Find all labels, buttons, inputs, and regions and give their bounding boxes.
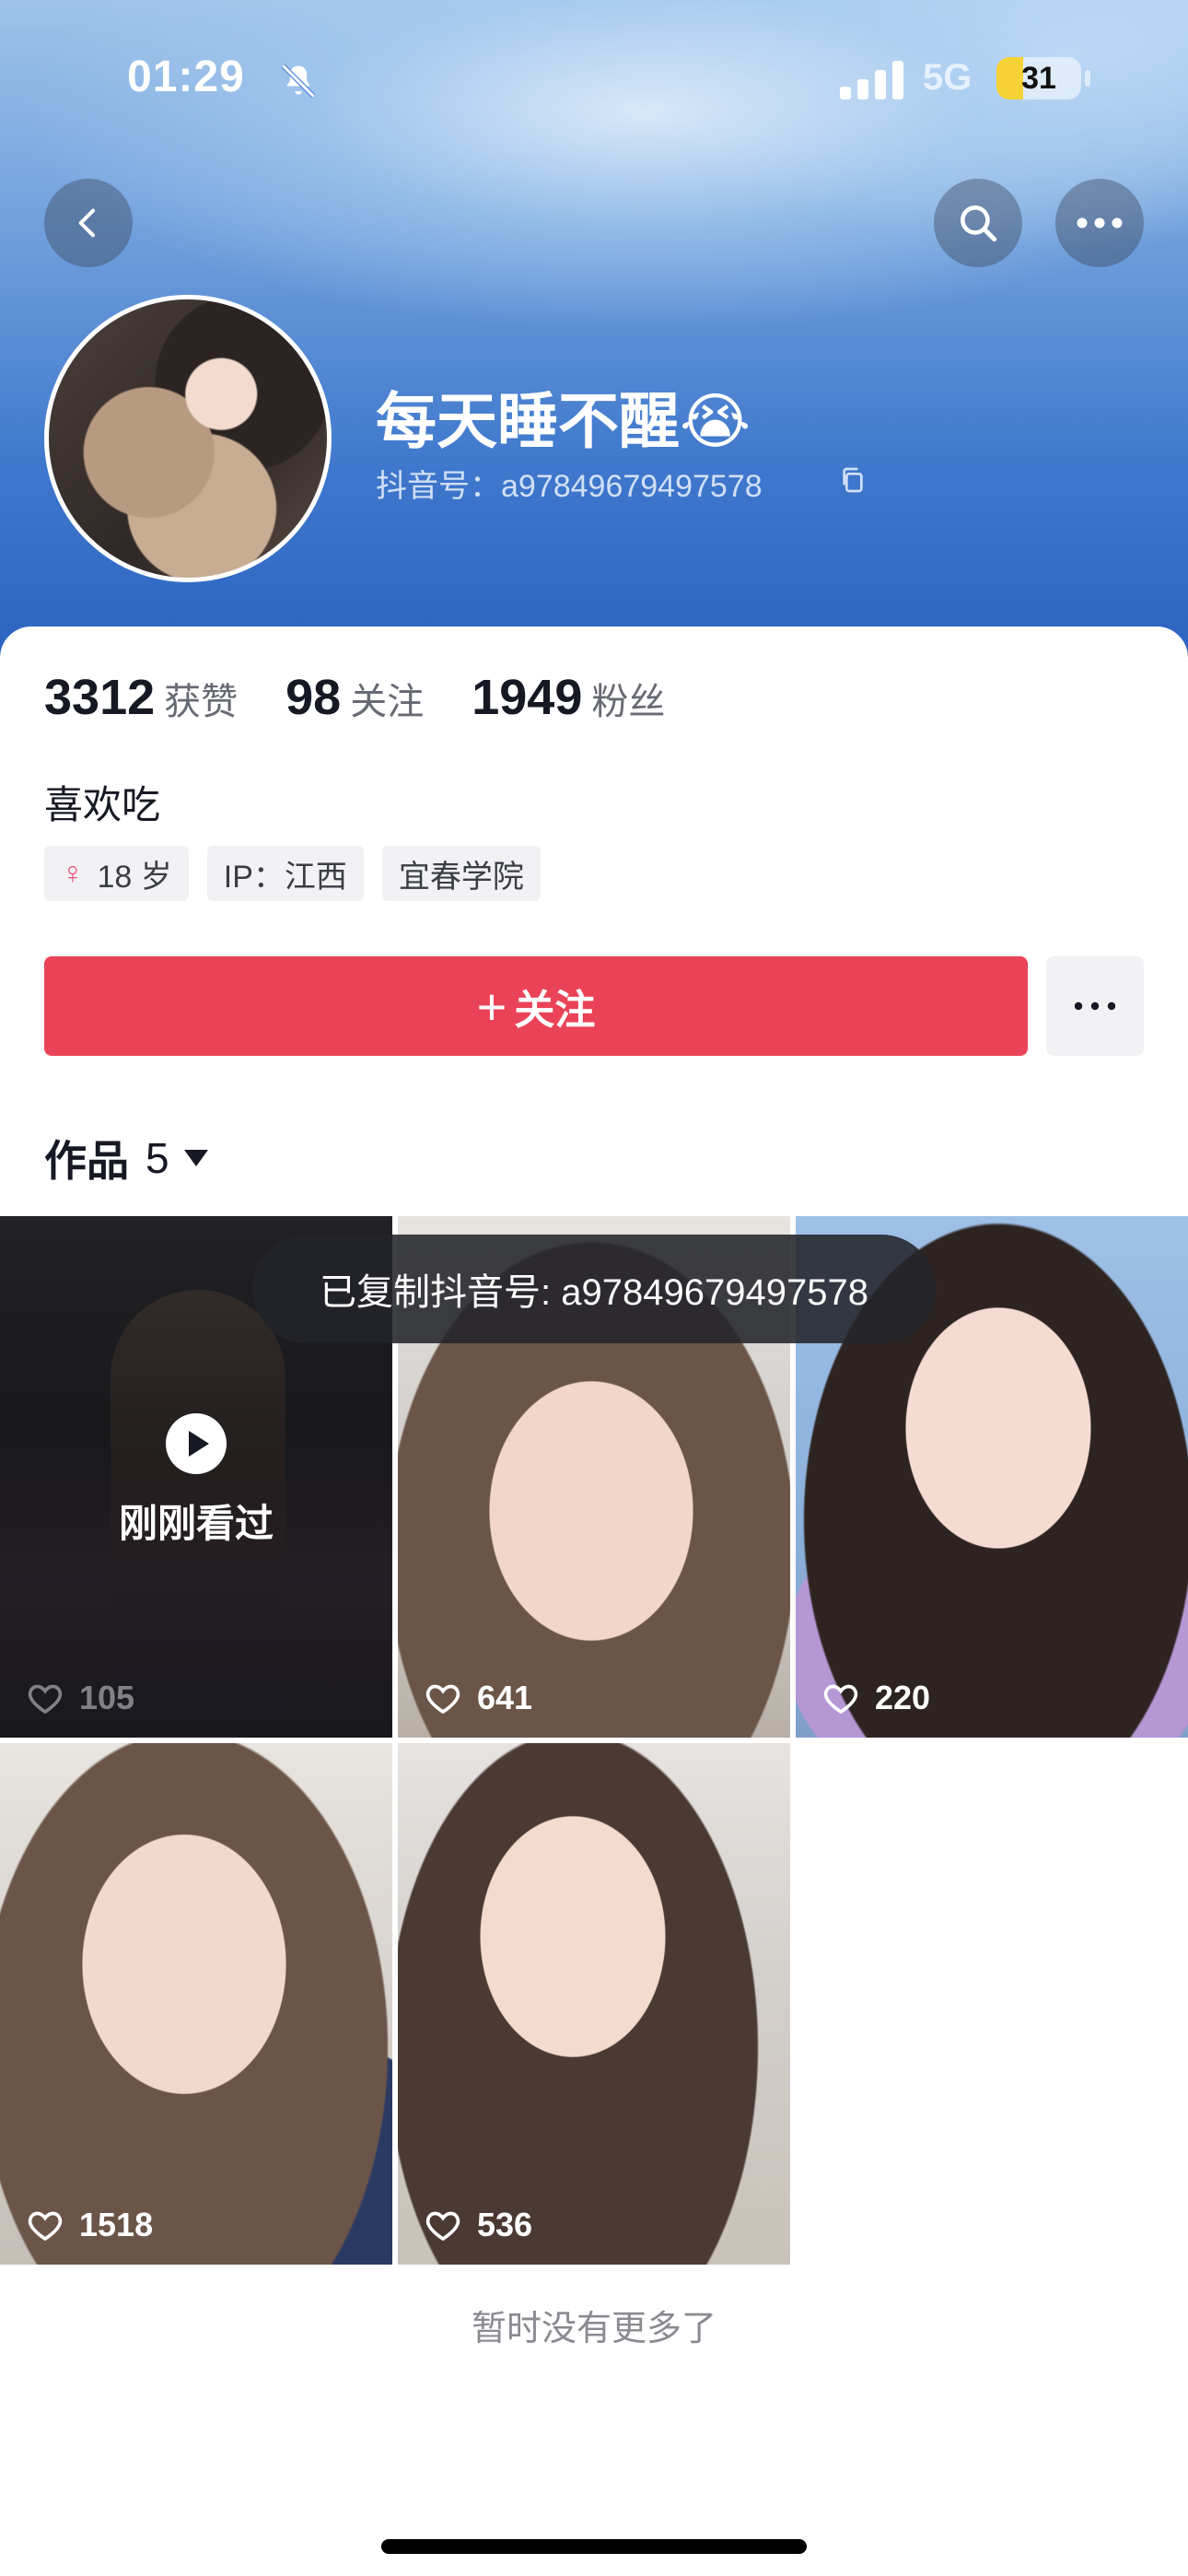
video-likes-count: 1518 [79, 2206, 154, 2243]
video-likes: 105 [26, 1679, 134, 1717]
back-icon [78, 208, 95, 238]
follow-button[interactable]: + 关注 [44, 956, 1028, 1056]
followers-label[interactable]: 粉丝 [591, 672, 665, 725]
stats-row: 3312 获赞 98 关注 1949 粉丝 [44, 669, 713, 726]
profile-nickname: 每天睡不醒😭 [376, 387, 751, 455]
video-likes-count: 220 [875, 1679, 931, 1716]
copied-toast: 已复制抖音号: a97849679497578 [252, 1235, 936, 1343]
following-count[interactable]: 98 [285, 669, 341, 726]
video-likes: 220 [821, 1679, 930, 1717]
more-icon [1074, 1001, 1116, 1011]
video-thumbnail[interactable]: 536 [398, 1743, 790, 2265]
caret-down-icon [183, 1150, 208, 1166]
video-likes: 1518 [26, 2206, 153, 2244]
heart-icon [823, 1684, 858, 1715]
heart-icon [425, 1684, 460, 1715]
school-tag[interactable]: 宜春学院 [381, 846, 541, 901]
more-icon [1077, 217, 1123, 228]
likes-label: 获赞 [164, 682, 239, 722]
works-count: 5 [146, 1134, 169, 1182]
plus-icon: + [476, 977, 507, 1036]
video-likes-count: 536 [477, 2206, 533, 2243]
no-more-text: 暂时没有更多了 [471, 2310, 716, 2348]
follow-label: 关注 [514, 988, 596, 1033]
network-type: 5G [923, 57, 973, 98]
battery-percent: 31 [1021, 61, 1056, 96]
just-watched-label: 刚刚看过 [118, 1502, 274, 1545]
tab-works[interactable]: 作品 5 [44, 1128, 208, 1188]
battery-cap [1085, 70, 1090, 87]
back-button[interactable] [44, 179, 133, 267]
play-icon [166, 1413, 227, 1474]
profile-tags: ♀ 18 岁 IP：江西 宜春学院 [44, 846, 541, 901]
video-thumbnail[interactable]: 1518 [0, 1743, 392, 2265]
profile-bio: 喜欢吃 [44, 783, 161, 826]
douyin-id[interactable]: 抖音号：a97849679497578 [376, 461, 763, 506]
home-indicator[interactable] [381, 2539, 807, 2554]
video-likes: 641 [424, 1679, 532, 1717]
video-likes: 536 [424, 2206, 532, 2244]
followers-count[interactable]: 1949 [472, 669, 582, 726]
copy-icon[interactable] [838, 465, 868, 495]
status-time: 01:29 [127, 53, 245, 101]
video-likes-count: 105 [79, 1679, 135, 1716]
age-tag: ♀ 18 岁 [44, 846, 189, 901]
following-label[interactable]: 关注 [350, 672, 424, 725]
signal-icon [840, 61, 903, 100]
search-icon [961, 205, 997, 242]
search-button[interactable] [934, 179, 1022, 267]
heart-icon [28, 1684, 63, 1715]
follow-more-button[interactable] [1046, 956, 1144, 1056]
bell-muted-icon [281, 64, 316, 99]
more-button[interactable] [1055, 179, 1144, 267]
works-label: 作品 [44, 1137, 129, 1185]
video-likes-count: 641 [477, 1679, 533, 1716]
ip-tag: IP：江西 [206, 846, 364, 901]
avatar[interactable] [44, 295, 332, 582]
likes-count: 3312 [44, 670, 156, 725]
battery-icon: 31 [996, 57, 1081, 100]
female-icon: ♀ [61, 855, 85, 891]
age-text: 18 岁 [97, 859, 172, 895]
heart-icon [425, 2211, 460, 2242]
heart-icon [28, 2211, 63, 2242]
